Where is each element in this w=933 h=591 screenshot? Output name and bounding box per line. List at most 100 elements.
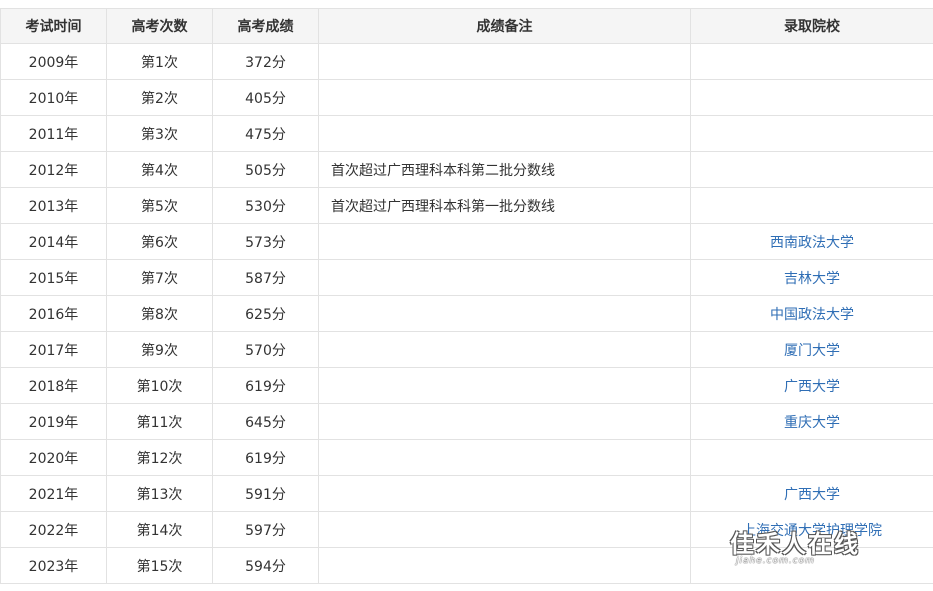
note-cell [318, 43, 691, 80]
note-cell: 首次超过广西理科本科第一批分数线 [318, 187, 691, 224]
score-cell: 587分 [212, 259, 319, 296]
attempt-cell: 第4次 [106, 151, 213, 188]
attempt-cell: 第7次 [106, 259, 213, 296]
score-cell: 625分 [212, 295, 319, 332]
year-cell: 2012年 [0, 151, 107, 188]
table-row: 2010年 第2次 405分 [0, 79, 933, 116]
header-exam-time: 考试时间 [0, 8, 107, 44]
table-row: 2013年 第5次 530分 首次超过广西理科本科第一批分数线 [0, 187, 933, 224]
school-cell [690, 187, 933, 224]
year-cell: 2010年 [0, 79, 107, 116]
year-cell: 2009年 [0, 43, 107, 80]
school-cell: 吉林大学 [690, 259, 933, 296]
table-row: 2017年 第9次 570分 厦门大学 [0, 331, 933, 368]
header-attempt-count: 高考次数 [106, 8, 213, 44]
note-cell [318, 223, 691, 260]
year-cell: 2015年 [0, 259, 107, 296]
school-link[interactable]: 重庆大学 [784, 415, 840, 431]
school-cell [690, 547, 933, 584]
year-cell: 2022年 [0, 511, 107, 548]
header-admitted-school: 录取院校 [690, 8, 933, 44]
attempt-cell: 第14次 [106, 511, 213, 548]
school-cell: 厦门大学 [690, 331, 933, 368]
school-link[interactable]: 中国政法大学 [770, 307, 854, 323]
school-link[interactable]: 上海交通大学护理学院 [742, 523, 882, 539]
school-cell: 西南政法大学 [690, 223, 933, 260]
year-cell: 2013年 [0, 187, 107, 224]
year-cell: 2017年 [0, 331, 107, 368]
attempt-cell: 第2次 [106, 79, 213, 116]
school-cell [690, 115, 933, 152]
school-link[interactable]: 广西大学 [784, 487, 840, 503]
school-cell: 上海交通大学护理学院 [690, 511, 933, 548]
attempt-cell: 第13次 [106, 475, 213, 512]
attempt-cell: 第9次 [106, 331, 213, 368]
score-cell: 619分 [212, 439, 319, 476]
school-cell: 广西大学 [690, 475, 933, 512]
year-cell: 2014年 [0, 223, 107, 260]
score-cell: 591分 [212, 475, 319, 512]
table-row: 2016年 第8次 625分 中国政法大学 [0, 295, 933, 332]
score-cell: 505分 [212, 151, 319, 188]
year-cell: 2018年 [0, 367, 107, 404]
table-row: 2009年 第1次 372分 [0, 43, 933, 80]
year-cell: 2011年 [0, 115, 107, 152]
note-cell [318, 475, 691, 512]
score-cell: 405分 [212, 79, 319, 116]
scores-table: 考试时间 高考次数 高考成绩 成绩备注 录取院校 2009年 第1次 372分 … [0, 8, 933, 584]
table-row: 2018年 第10次 619分 广西大学 [0, 367, 933, 404]
attempt-cell: 第11次 [106, 403, 213, 440]
table-row: 2012年 第4次 505分 首次超过广西理科本科第二批分数线 [0, 151, 933, 188]
school-cell: 广西大学 [690, 367, 933, 404]
attempt-cell: 第15次 [106, 547, 213, 584]
year-cell: 2020年 [0, 439, 107, 476]
note-cell [318, 79, 691, 116]
school-cell: 中国政法大学 [690, 295, 933, 332]
attempt-cell: 第8次 [106, 295, 213, 332]
table-row: 2022年 第14次 597分 上海交通大学护理学院 [0, 511, 933, 548]
attempt-cell: 第5次 [106, 187, 213, 224]
school-link[interactable]: 西南政法大学 [770, 235, 854, 251]
table-row: 2019年 第11次 645分 重庆大学 [0, 403, 933, 440]
note-cell [318, 439, 691, 476]
attempt-cell: 第6次 [106, 223, 213, 260]
note-cell [318, 115, 691, 152]
school-cell [690, 151, 933, 188]
score-cell: 372分 [212, 43, 319, 80]
note-cell [318, 547, 691, 584]
attempt-cell: 第3次 [106, 115, 213, 152]
score-cell: 530分 [212, 187, 319, 224]
school-cell [690, 439, 933, 476]
score-cell: 597分 [212, 511, 319, 548]
score-cell: 645分 [212, 403, 319, 440]
school-link[interactable]: 厦门大学 [784, 343, 840, 359]
header-score-note: 成绩备注 [318, 8, 691, 44]
score-cell: 594分 [212, 547, 319, 584]
header-score: 高考成绩 [212, 8, 319, 44]
year-cell: 2019年 [0, 403, 107, 440]
table-row: 2023年 第15次 594分 [0, 547, 933, 584]
note-cell [318, 511, 691, 548]
school-cell: 重庆大学 [690, 403, 933, 440]
note-cell [318, 367, 691, 404]
table-row: 2020年 第12次 619分 [0, 439, 933, 476]
table-header-row: 考试时间 高考次数 高考成绩 成绩备注 录取院校 [0, 8, 933, 44]
table-row: 2011年 第3次 475分 [0, 115, 933, 152]
note-cell [318, 331, 691, 368]
attempt-cell: 第12次 [106, 439, 213, 476]
school-link[interactable]: 广西大学 [784, 379, 840, 395]
score-cell: 573分 [212, 223, 319, 260]
year-cell: 2023年 [0, 547, 107, 584]
note-cell [318, 259, 691, 296]
year-cell: 2021年 [0, 475, 107, 512]
table-row: 2014年 第6次 573分 西南政法大学 [0, 223, 933, 260]
score-cell: 570分 [212, 331, 319, 368]
score-cell: 475分 [212, 115, 319, 152]
attempt-cell: 第10次 [106, 367, 213, 404]
score-cell: 619分 [212, 367, 319, 404]
table-row: 2015年 第7次 587分 吉林大学 [0, 259, 933, 296]
school-cell [690, 43, 933, 80]
year-cell: 2016年 [0, 295, 107, 332]
note-cell [318, 403, 691, 440]
school-link[interactable]: 吉林大学 [784, 271, 840, 287]
